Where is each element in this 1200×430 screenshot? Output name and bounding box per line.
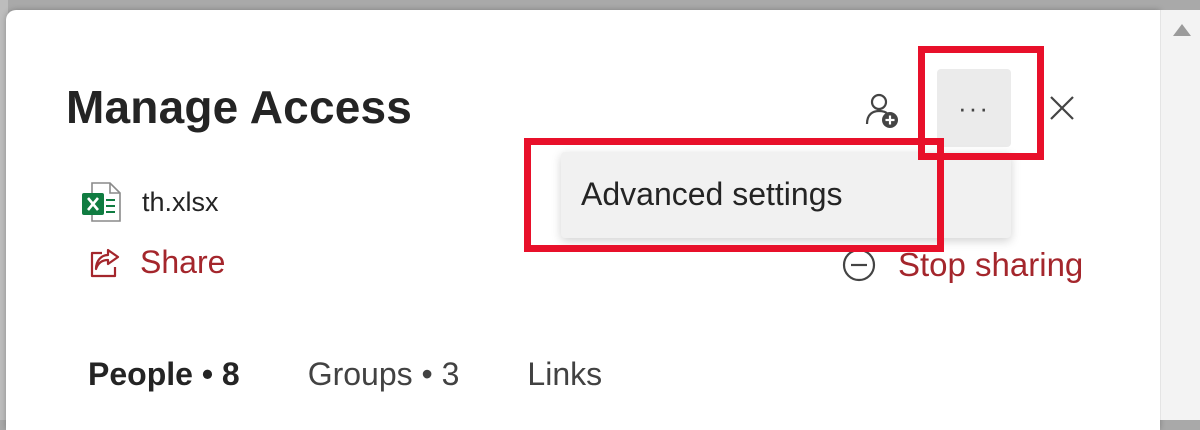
- menu-item-advanced-settings[interactable]: Advanced settings: [581, 176, 843, 213]
- file-name: th.xlsx: [142, 186, 219, 217]
- scrollbar[interactable]: [1160, 10, 1200, 420]
- scroll-up-arrow-icon[interactable]: [1173, 24, 1191, 36]
- share-icon: [90, 248, 120, 277]
- stop-sharing-button[interactable]: Stop sharing: [840, 246, 1083, 284]
- close-button[interactable]: [1040, 86, 1084, 130]
- share-label: Share: [140, 244, 226, 280]
- stop-sharing-label: Stop sharing: [898, 246, 1084, 283]
- file-row: th.xlsx: [80, 180, 219, 224]
- access-tabs: People • 8 Groups • 3 Links: [88, 356, 670, 393]
- more-options-icon: ···: [958, 92, 990, 123]
- stop-sharing-icon: [842, 248, 876, 282]
- tab-people[interactable]: People • 8: [88, 356, 240, 393]
- add-people-button[interactable]: [858, 86, 906, 134]
- dialog-title: Manage Access: [66, 81, 413, 133]
- tab-groups[interactable]: Groups • 3: [308, 356, 460, 393]
- excel-file-icon: [82, 182, 121, 222]
- tab-links[interactable]: Links: [527, 356, 602, 393]
- close-icon: [1050, 96, 1074, 120]
- add-person-icon: [865, 93, 898, 128]
- more-options-button[interactable]: ···: [937, 69, 1011, 147]
- more-options-menu: Advanced settings: [561, 152, 1011, 238]
- share-button[interactable]: Share: [86, 244, 225, 281]
